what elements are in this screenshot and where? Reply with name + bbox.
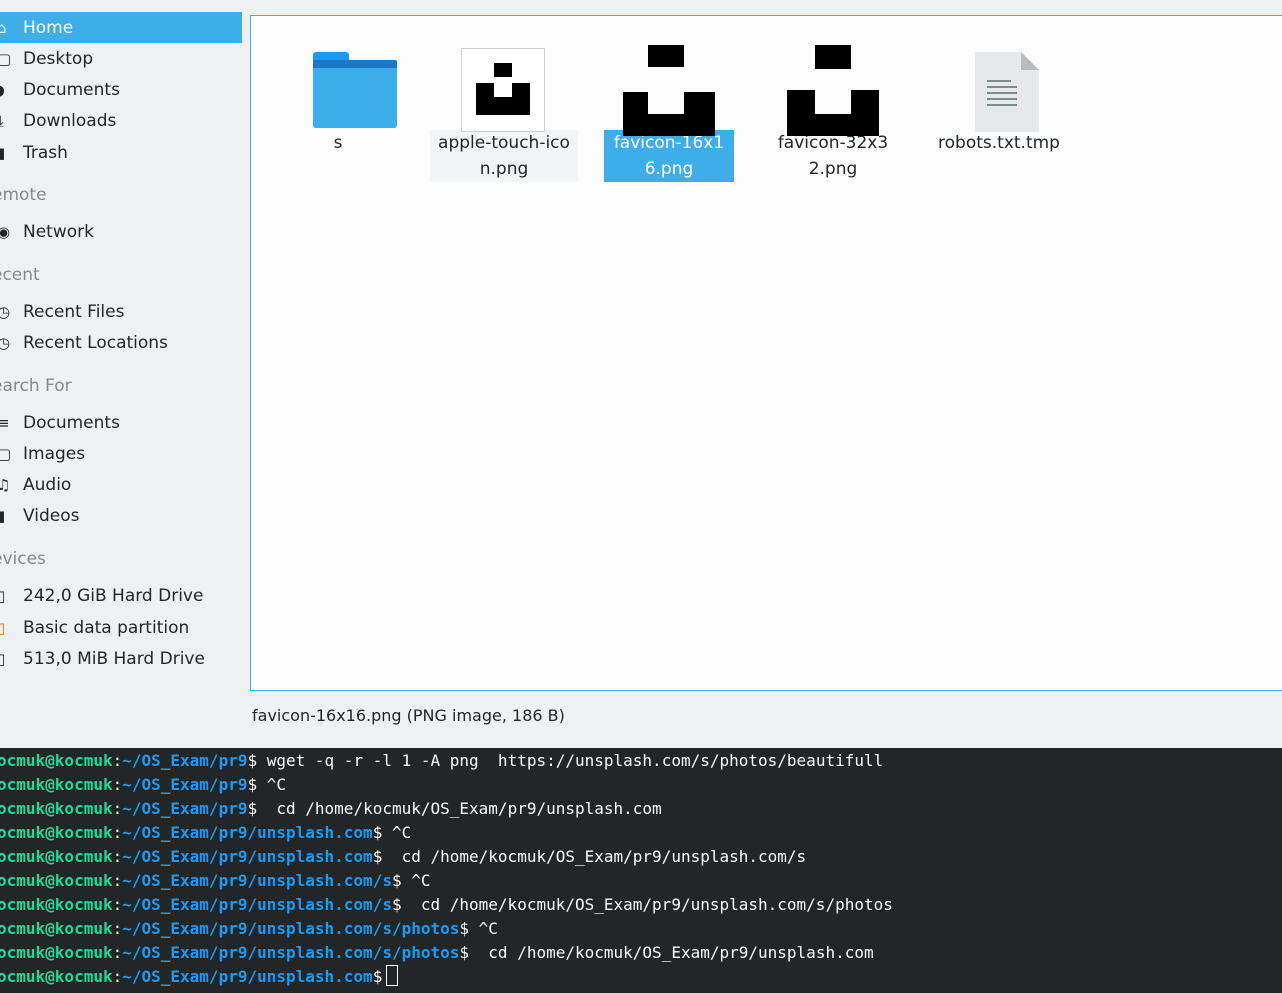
places-panel: ⌂ Home ▢ Desktop ◗ Documents ⤓ Downloads… — [0, 0, 244, 745]
terminal-cursor — [386, 965, 399, 986]
terminal-line: ocmuk@kocmuk:~/OS_Exam/pr9$ ^C — [0, 775, 287, 794]
trash-icon: ▮ — [0, 143, 6, 162]
terminal-line: ocmuk@kocmuk:~/OS_Exam/pr9/unsplash.com$… — [0, 823, 412, 842]
home-icon: ⌂ — [0, 18, 7, 37]
sidebar-item-network[interactable]: ◉ Network — [0, 216, 242, 247]
file-name: apple-touch-icon.png — [430, 130, 578, 182]
status-bar-text: favicon-16x16.png (PNG image, 186 B) — [252, 706, 565, 725]
sidebar-item-label: Trash — [23, 142, 68, 163]
sidebar-item-home[interactable]: ⌂ Home — [0, 12, 242, 43]
terminal-line: ocmuk@kocmuk:~/OS_Exam/pr9/unsplash.com$… — [0, 847, 807, 866]
file-item-folder[interactable]: s — [268, 30, 408, 156]
hard-drive-icon: ▯ — [0, 586, 6, 605]
sidebar-item-label: 242,0 GiB Hard Drive — [23, 585, 204, 606]
file-name: favicon-16x16.png — [604, 130, 734, 182]
sidebar-item-label: Desktop — [23, 48, 94, 69]
terminal-prompt-line[interactable]: ocmuk@kocmuk:~/OS_Exam/pr9/unsplash.com$ — [0, 965, 399, 989]
sidebar-item-audio[interactable]: ♫ Audio — [0, 469, 242, 500]
sidebar-item-videos[interactable]: ▮ Videos — [0, 500, 242, 531]
file-item-text[interactable]: robots.txt.tmp — [929, 30, 1069, 156]
videos-icon: ▮ — [0, 506, 6, 525]
sidebar-item-hard-drive-242[interactable]: ▯ 242,0 GiB Hard Drive — [0, 580, 242, 611]
terminal-line: ocmuk@kocmuk:~/OS_Exam/pr9/unsplash.com/… — [0, 943, 874, 962]
sidebar-item-label: Recent Locations — [23, 332, 168, 353]
image-thumbnail — [763, 30, 903, 136]
audio-icon: ♫ — [0, 475, 11, 494]
recent-files-icon: ◷ — [0, 302, 11, 321]
terminal-line: ocmuk@kocmuk:~/OS_Exam/pr9/unsplash.com/… — [0, 895, 893, 914]
sidebar-item-label: Images — [23, 443, 86, 464]
terminal-line: ocmuk@kocmuk:~/OS_Exam/pr9/unsplash.com/… — [0, 871, 431, 890]
sidebar-item-trash[interactable]: ▮ Trash — [0, 137, 242, 168]
images-icon: ▢ — [0, 444, 12, 463]
sidebar-item-downloads[interactable]: ⤓ Downloads — [0, 105, 242, 136]
file-manager-window: ⌂ Home ▢ Desktop ◗ Documents ⤓ Downloads… — [0, 0, 1282, 993]
file-item-image[interactable]: apple-touch-icon.png — [429, 30, 579, 182]
file-item-image-selected[interactable]: favicon-16x16.png — [599, 30, 739, 182]
section-title-search: earch For — [0, 376, 72, 396]
text-file-thumbnail — [929, 30, 1069, 132]
file-name: s — [333, 133, 343, 153]
image-thumbnail — [429, 30, 579, 132]
sidebar-item-label: Audio — [23, 474, 72, 495]
sidebar-item-label: Home — [23, 17, 74, 38]
section-title-devices: evices — [0, 549, 46, 569]
sidebar-item-images[interactable]: ▢ Images — [0, 438, 242, 469]
downloads-icon: ⤓ — [0, 111, 4, 130]
sidebar-item-label: Downloads — [23, 110, 117, 131]
hard-drive-icon: ▯ — [0, 649, 6, 668]
terminal-panel[interactable]: ocmuk@kocmuk:~/OS_Exam/pr9$ wget -q -r -… — [0, 748, 1282, 993]
folder-thumbnail — [268, 30, 408, 128]
folder-icon — [313, 52, 397, 128]
documents-icon: ◗ — [0, 80, 5, 99]
section-title-recent: ecent — [0, 265, 40, 285]
sidebar-item-label: Videos — [23, 505, 80, 526]
file-item-image[interactable]: favicon-32x32.png — [763, 30, 903, 182]
recent-locations-icon: ◷ — [0, 333, 11, 352]
sidebar-item-label: Documents — [23, 412, 120, 433]
sidebar-item-basic-data-partition[interactable]: ▯ Basic data partition — [0, 612, 242, 643]
sidebar-item-recent-files[interactable]: ◷ Recent Files — [0, 296, 242, 327]
file-view[interactable]: s apple-touch-icon.png favicon-16x16.png… — [250, 15, 1282, 691]
terminal-line: ocmuk@kocmuk:~/OS_Exam/pr9$ cd /home/koc… — [0, 799, 662, 818]
terminal-line: ocmuk@kocmuk:~/OS_Exam/pr9/unsplash.com/… — [0, 919, 498, 938]
sidebar-item-recent-locations[interactable]: ◷ Recent Locations — [0, 327, 242, 358]
file-name: robots.txt.tmp — [938, 133, 1060, 153]
sidebar-item-documents[interactable]: ◗ Documents — [0, 74, 242, 105]
sidebar-item-label: Basic data partition — [23, 617, 190, 638]
sidebar-item-search-documents[interactable]: ≡ Documents — [0, 407, 242, 438]
sidebar-item-hard-drive-513[interactable]: ▯ 513,0 MiB Hard Drive — [0, 643, 242, 674]
sidebar-item-label: 513,0 MiB Hard Drive — [23, 648, 205, 669]
image-thumbnail — [599, 30, 739, 136]
sidebar-item-label: Recent Files — [23, 301, 125, 322]
network-icon: ◉ — [0, 222, 11, 241]
terminal-line: ocmuk@kocmuk:~/OS_Exam/pr9$ wget -q -r -… — [0, 751, 884, 770]
sidebar-item-label: Documents — [23, 79, 120, 100]
search-documents-icon: ≡ — [0, 413, 10, 432]
file-name: favicon-32x32.png — [777, 133, 889, 179]
partition-icon: ▯ — [0, 618, 6, 637]
desktop-icon: ▢ — [0, 49, 12, 68]
section-title-remote: emote — [0, 185, 47, 205]
sidebar-item-label: Network — [23, 221, 94, 242]
sidebar-item-desktop[interactable]: ▢ Desktop — [0, 43, 242, 74]
unsplash-logo-icon — [461, 48, 545, 132]
